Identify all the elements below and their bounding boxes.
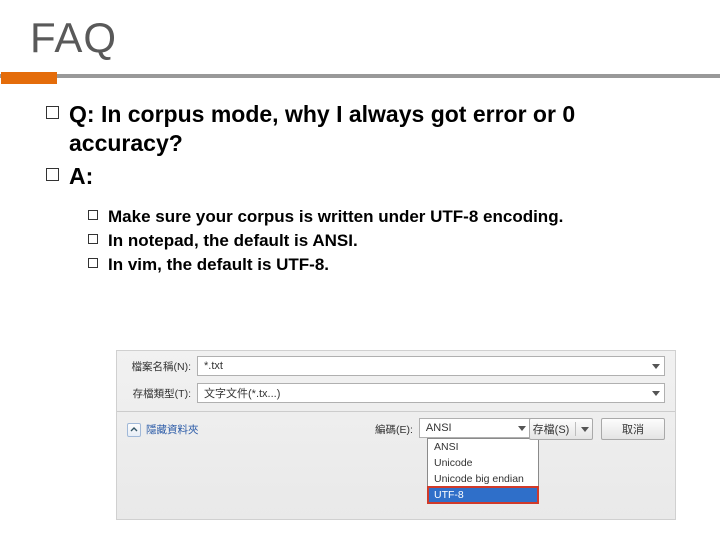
chevron-up-icon	[127, 423, 141, 437]
encoding-option-ansi[interactable]: ANSI	[428, 439, 538, 455]
button-split-separator	[575, 422, 576, 436]
encoding-select[interactable]: ANSI	[419, 418, 531, 438]
filetype-row: 存檔類型(T): 文字文件(*.tx...)	[117, 378, 675, 405]
dialog-buttons: 存檔(S) 取消	[529, 418, 665, 440]
question-text: Q: In corpus mode, why I always got erro…	[69, 100, 659, 158]
sub-item-text: In vim, the default is UTF-8.	[108, 254, 329, 276]
hide-folders-label: 隱藏資料夾	[146, 422, 199, 437]
filetype-select[interactable]: 文字文件(*.tx...)	[197, 383, 665, 403]
encoding-area: 編碼(E): ANSI	[375, 418, 531, 438]
encoding-option-unicode[interactable]: Unicode	[428, 455, 538, 471]
sub-item-text: Make sure your corpus is written under U…	[108, 206, 563, 228]
filetype-label: 存檔類型(T):	[127, 386, 197, 401]
bullet-box-icon	[88, 210, 98, 220]
hide-folders-link[interactable]: 隱藏資料夾	[127, 422, 199, 437]
filename-row: 檔案名稱(N): *.txt	[117, 351, 675, 378]
chevron-down-icon[interactable]	[652, 364, 660, 369]
encoding-option-unicode-be[interactable]: Unicode big endian	[428, 471, 538, 487]
bullet-box-icon	[88, 234, 98, 244]
answer-text: A:	[69, 162, 93, 191]
sub-item-text: In notepad, the default is ANSI.	[108, 230, 358, 252]
save-dialog: 檔案名稱(N): *.txt 存檔類型(T): 文字文件(*.tx...) 隱藏…	[116, 350, 676, 520]
list-item: In notepad, the default is ANSI.	[88, 230, 692, 252]
list-item: In vim, the default is UTF-8.	[88, 254, 692, 276]
dialog-bottom-bar: 隱藏資料夾 編碼(E): ANSI ANSI Unicode Unicode b…	[117, 412, 675, 437]
chevron-down-icon[interactable]	[652, 391, 660, 396]
list-item: Make sure your corpus is written under U…	[88, 206, 692, 228]
answer-item: A:	[46, 162, 692, 191]
filetype-value: 文字文件(*.tx...)	[204, 385, 280, 401]
encoding-label: 編碼(E):	[375, 418, 419, 437]
chevron-down-icon[interactable]	[581, 427, 589, 432]
question-item: Q: In corpus mode, why I always got erro…	[46, 100, 692, 158]
filename-value: *.txt	[204, 360, 223, 372]
chevron-down-icon[interactable]	[518, 426, 526, 431]
qa-list: Q: In corpus mode, why I always got erro…	[46, 100, 692, 190]
save-button-label: 存檔(S)	[533, 421, 570, 437]
filename-label: 檔案名稱(N):	[127, 359, 197, 374]
filename-input[interactable]: *.txt	[197, 356, 665, 376]
bullet-box-icon	[46, 106, 59, 119]
bullet-box-icon	[46, 168, 59, 181]
save-button[interactable]: 存檔(S)	[529, 418, 593, 440]
bullet-box-icon	[88, 258, 98, 268]
encoding-value: ANSI	[426, 422, 452, 434]
encoding-dropdown: ANSI Unicode Unicode big endian UTF-8	[427, 438, 539, 504]
title-rule	[0, 74, 720, 78]
encoding-option-utf8[interactable]: UTF-8	[428, 487, 538, 503]
cancel-button[interactable]: 取消	[601, 418, 665, 440]
page-title: FAQ	[30, 14, 692, 62]
answer-sub-list: Make sure your corpus is written under U…	[88, 206, 692, 276]
cancel-button-label: 取消	[622, 421, 644, 437]
